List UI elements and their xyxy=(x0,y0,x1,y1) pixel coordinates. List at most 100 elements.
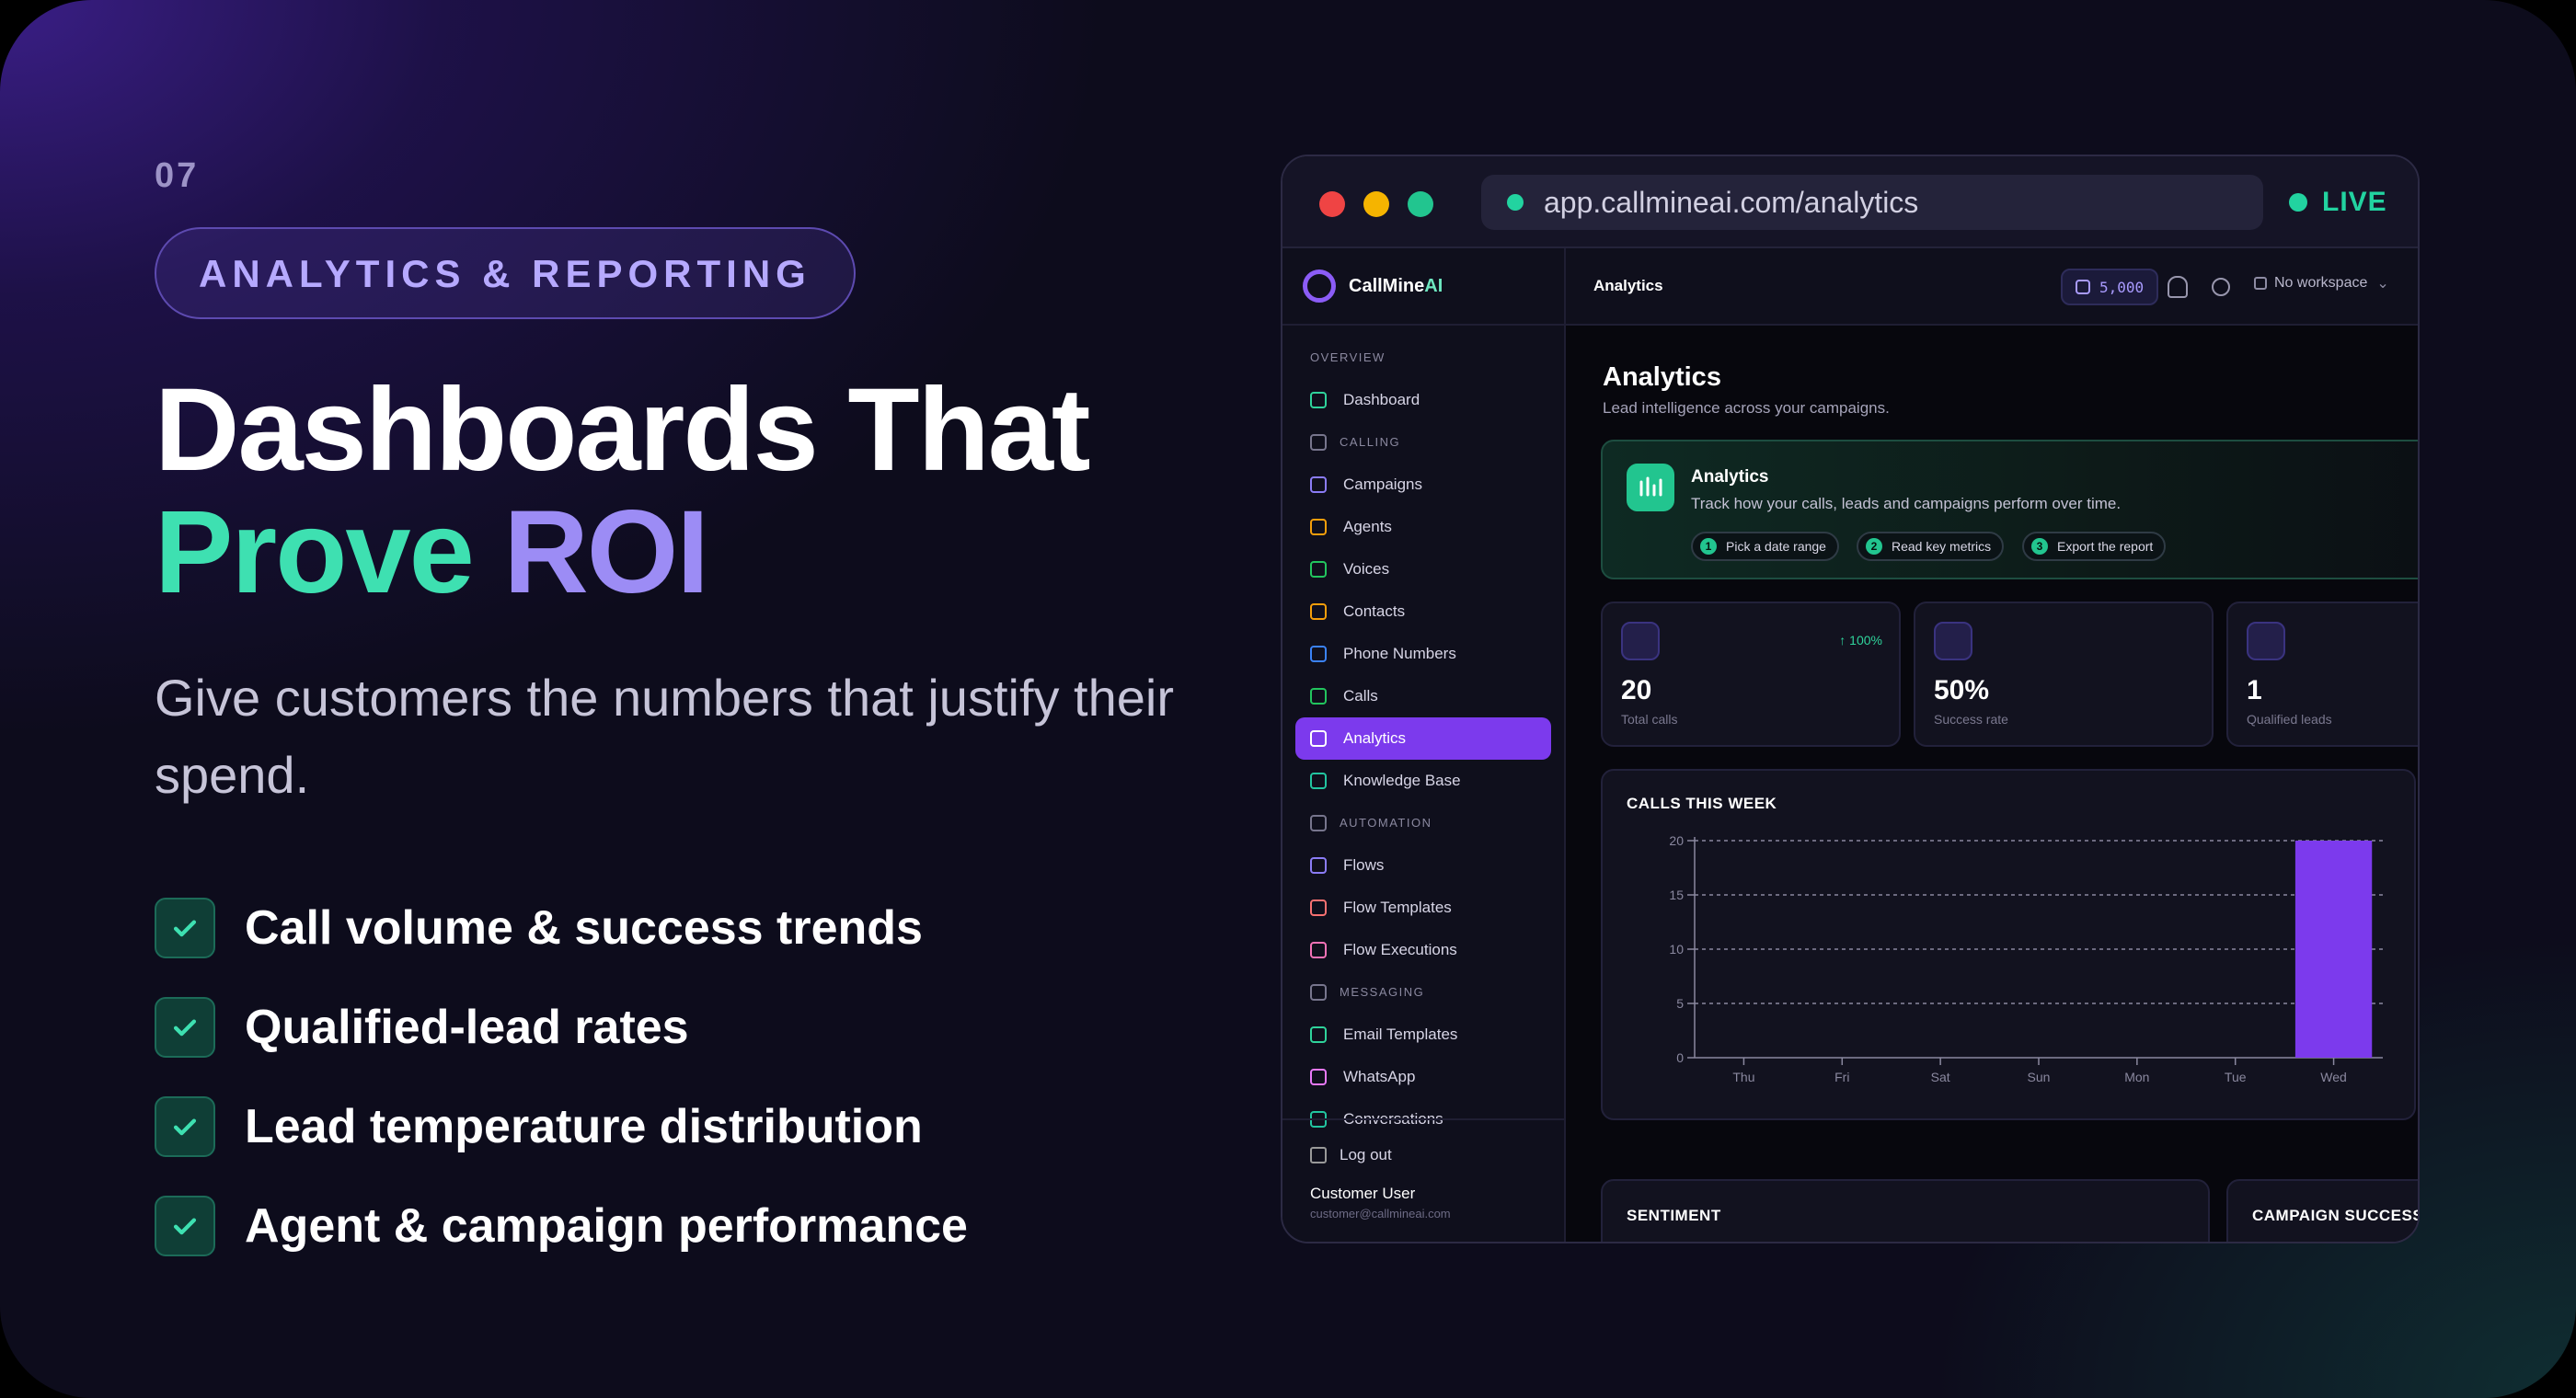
flow-icon xyxy=(1310,815,1327,831)
check-icon xyxy=(155,1096,215,1157)
slide-subtitle: Give customers the numbers that justify … xyxy=(155,669,1174,804)
sidebar-section-overview: OVERVIEW xyxy=(1310,350,1386,364)
feature-list: Call volume & success trends Qualified-l… xyxy=(155,878,1213,1276)
check-icon xyxy=(155,1196,215,1256)
headline-word-prove: Prove xyxy=(155,487,475,618)
sidebar-item-label: Campaigns xyxy=(1343,476,1422,493)
x-tick-label: Fri xyxy=(1834,1070,1849,1084)
sidebar-item-label: Agents xyxy=(1343,518,1392,535)
sidebar-item-dashboard[interactable]: Dashboard xyxy=(1295,379,1551,421)
sidebar-item-phone-numbers[interactable]: Phone Numbers xyxy=(1295,633,1551,675)
app-topbar: Analytics 5,000 No workspace ⌄ xyxy=(1566,248,2418,326)
step-pill[interactable]: 1 Pick a date range xyxy=(1691,532,1839,561)
sidebar-item-calls[interactable]: Calls xyxy=(1295,675,1551,717)
sidebar-item-voices[interactable]: Voices xyxy=(1295,548,1551,590)
address-bar[interactable]: app.callmineai.com/analytics xyxy=(1481,175,2263,230)
whatsapp-icon xyxy=(1310,1069,1327,1085)
feature-label: Call volume & success trends xyxy=(245,901,923,955)
sidebar-nav: Dashboard CALLING Campaigns Agents Voices Con… xyxy=(1282,379,1564,1140)
slide-number: 07 xyxy=(155,156,200,195)
minimize-window-button[interactable] xyxy=(1363,191,1389,217)
chat-icon xyxy=(1310,984,1327,1001)
sidebar-section-calling: CALLING xyxy=(1282,421,1564,464)
live-dot-icon xyxy=(2289,193,2307,212)
logout-label: Log out xyxy=(1340,1146,1392,1163)
logout-button[interactable]: Log out xyxy=(1310,1135,1564,1175)
topbar-title: Analytics xyxy=(1593,277,1663,294)
maximize-window-button[interactable] xyxy=(1408,191,1433,217)
trend-up-icon xyxy=(1934,622,1972,660)
headline-line-2: Prove ROI xyxy=(155,490,1213,615)
close-window-button[interactable] xyxy=(1319,191,1345,217)
feature-item: Qualified-lead rates xyxy=(155,978,1213,1077)
brand[interactable]: CallMine AI xyxy=(1282,248,1564,326)
workspace-icon xyxy=(2254,277,2267,290)
check-icon xyxy=(155,898,215,958)
megaphone-icon xyxy=(1310,476,1327,493)
sidebar-item-knowledge-base[interactable]: Knowledge Base xyxy=(1295,760,1551,802)
intro-card: Analytics Track how your calls, leads an… xyxy=(1601,440,2418,579)
phone-icon xyxy=(1310,434,1327,451)
stat-card-success-rate: 50% Success rate xyxy=(1914,602,2214,747)
headline-word-roi: ROI xyxy=(503,487,709,618)
list-icon xyxy=(1310,942,1327,958)
step-number: 3 xyxy=(2031,538,2048,555)
bar-wed xyxy=(2294,841,2373,1058)
sidebar-item-label: Contacts xyxy=(1343,602,1406,620)
sidebar-item-email-templates[interactable]: Email Templates xyxy=(1295,1014,1551,1056)
sidebar-item-whatsapp[interactable]: WhatsApp xyxy=(1295,1056,1551,1098)
theme-toggle-icon[interactable] xyxy=(2212,278,2230,296)
intro-title: Analytics xyxy=(1691,467,1769,487)
bell-icon[interactable] xyxy=(2168,276,2188,298)
step-pill[interactable]: 3 Export the report xyxy=(2022,532,2167,561)
sidebar-item-agents[interactable]: Agents xyxy=(1295,506,1551,548)
sentiment-card: SENTIMENT xyxy=(1601,1179,2210,1242)
stat-label: Total calls xyxy=(1621,712,1678,727)
mail-icon xyxy=(1310,1026,1327,1043)
x-tick-label: Sun xyxy=(2028,1070,2051,1084)
feature-label: Qualified-lead rates xyxy=(245,1001,689,1054)
sidebar-item-flows[interactable]: Flows xyxy=(1295,844,1551,887)
step-number: 1 xyxy=(1700,538,1717,555)
sidebar-item-label: Flow Templates xyxy=(1343,899,1452,916)
step-label: Read key metrics xyxy=(1892,539,1992,554)
sidebar-section-label: CALLING xyxy=(1340,435,1401,449)
stat-delta: ↑ 100% xyxy=(1839,633,1882,647)
step-label: Export the report xyxy=(2057,539,2154,554)
feature-item: Lead temperature distribution xyxy=(155,1077,1213,1176)
main-content: Analytics Lead intelligence across your … xyxy=(1566,326,2418,1242)
sidebar-item-flow-templates[interactable]: Flow Templates xyxy=(1295,887,1551,929)
x-tick-label: Mon xyxy=(2124,1070,2149,1084)
credits-badge[interactable]: 5,000 xyxy=(2061,269,2159,305)
user-email: customer@callmineai.com xyxy=(1310,1207,1451,1220)
chevron-down-icon: ⌄ xyxy=(2376,276,2389,292)
browser-window: app.callmineai.com/analytics LIVE CallMi… xyxy=(1281,155,2420,1243)
feature-label: Lead temperature distribution xyxy=(245,1100,923,1153)
campaign-success-card: CAMPAIGN SUCCESS xyxy=(2226,1179,2418,1242)
stat-card-qualified-leads: 1 Qualified leads xyxy=(2226,602,2418,747)
feature-label: Agent & campaign performance xyxy=(245,1199,968,1253)
y-tick-label: 20 xyxy=(1669,833,1684,848)
phone-icon xyxy=(1310,646,1327,662)
calls-this-week-chart: CALLS THIS WEEK 0 5 10 15 20 Thu Fri Sat Sun Mon T… xyxy=(1601,769,2416,1120)
workspace-select[interactable]: No workspace ⌄ xyxy=(2254,274,2389,292)
y-tick-label: 0 xyxy=(1676,1050,1684,1065)
sidebar-section-label: AUTOMATION xyxy=(1340,816,1432,830)
grid-icon xyxy=(1310,392,1327,408)
sidebar-item-flow-executions[interactable]: Flow Executions xyxy=(1295,929,1551,971)
sidebar: CallMine AI OVERVIEW Dashboard CALLING Camp… xyxy=(1282,248,1566,1242)
sidebar-item-analytics[interactable]: Analytics xyxy=(1295,717,1551,760)
credits-value: 5,000 xyxy=(2099,278,2145,296)
sidebar-item-contacts[interactable]: Contacts xyxy=(1295,590,1551,633)
sidebar-item-label: Flows xyxy=(1343,856,1385,874)
sidebar-item-campaigns[interactable]: Campaigns xyxy=(1295,464,1551,506)
y-tick-label: 10 xyxy=(1669,942,1684,957)
phone-call-icon xyxy=(1310,688,1327,705)
y-tick-label: 5 xyxy=(1676,996,1684,1011)
step-pill[interactable]: 2 Read key metrics xyxy=(1857,532,2005,561)
page-subtitle: Lead intelligence across your campaigns. xyxy=(1603,399,1890,417)
sidebar-item-label: WhatsApp xyxy=(1343,1068,1416,1085)
sidebar-item-label: Dashboard xyxy=(1343,391,1420,408)
callmine-logo-icon xyxy=(1303,269,1336,303)
sidebar-footer: Log out Customer User customer@callminea… xyxy=(1282,1118,1564,1242)
